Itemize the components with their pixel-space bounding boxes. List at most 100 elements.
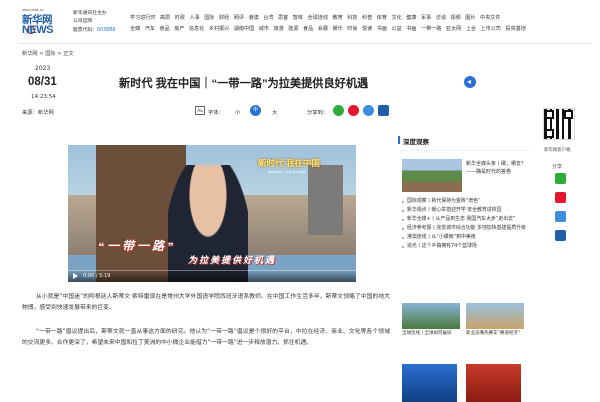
nav-link[interactable]: 财经 [219,13,229,24]
qr-label: 新华网客户端 [544,148,571,153]
nav-link[interactable]: 科技 [347,13,357,24]
nav-link[interactable]: 思客 [278,13,288,24]
thumbnail-caption[interactable]: 新业态嘴热赛车“赛道经济” [466,331,528,338]
feature-image[interactable] [402,159,462,192]
video-caption-subtitle: NEW ERA · I AM IN CHINA [268,170,306,174]
font-size-icon: Aa [195,106,205,115]
nav-link[interactable]: 书画 [377,24,387,35]
wechat-side-icon[interactable] [555,173,566,184]
video-controls: 0:00 / 5:19 [68,270,356,282]
nav-link[interactable]: 港澳 [249,13,259,24]
video-player[interactable]: 新时代 我在中国 NEW ERA · I AM IN CHINA “一带一路” … [68,145,356,282]
nav-link[interactable]: 学习进行时 [130,13,155,24]
header-info-line[interactable]: 公司官网 [73,18,115,26]
video-banner-sub: 为拉美提供好机遇 [188,255,277,265]
thumbnail-caption[interactable]: 全球连线丨全球如何破局 [402,331,464,338]
nav-link[interactable]: 食品 [160,24,170,35]
nav-link[interactable]: 视频 [450,13,460,24]
header-divider [20,43,592,44]
nav-link[interactable]: 湖南中国 [234,24,254,35]
nav-link[interactable]: 访谈 [436,13,446,24]
panel-divider [400,150,530,151]
nav-link[interactable]: 全球连线 [308,13,328,24]
article-tools: Aa 字体： 小 中 大 分享到： [195,105,405,118]
weibo-side-icon[interactable] [555,192,566,203]
article-source: 来源：新华网 [22,110,54,116]
xinhua-logo[interactable]: www.news.cn 新华网 NEWS [22,8,62,38]
nav-link[interactable]: 房产 [174,24,184,35]
nav-link[interactable]: 军事 [421,13,431,24]
video-frame-building [308,165,343,235]
qr-code [543,108,575,140]
wechat-share-icon[interactable] [333,105,344,116]
video-time: 0:00 / 5:19 [83,272,111,279]
headline-item[interactable]: 经济参考报丨完善城市综合功能 多地加快基建提质升级 [402,224,534,233]
nav-link[interactable]: 教育 [332,13,342,24]
nav-link[interactable]: 信息化 [189,24,204,35]
feature-headline[interactable]: 新华全媒头条丨碳，哪去？——确是时代的答卷 [466,160,534,176]
nav-link[interactable]: 图片 [465,13,475,24]
app-side-icon[interactable] [555,230,566,241]
nav-link[interactable]: 书画 [406,24,416,35]
nav-link[interactable]: 高层 [160,13,170,24]
nav-link[interactable]: 上市公司 [481,24,501,35]
headline-item[interactable]: 国际观察丨新代保持为金砖“增色” [402,197,534,206]
promo-image[interactable] [466,364,521,402]
nav-link[interactable]: 公益 [391,24,401,35]
nav-link[interactable]: 城市 [259,24,269,35]
nav-link[interactable]: 时政 [175,13,185,24]
nav-link[interactable]: 悦读 [362,24,372,35]
nav-link[interactable]: 国际 [204,13,214,24]
nav-link[interactable]: 时尚 [347,24,357,35]
nav-link[interactable]: 台湾 [263,13,273,24]
video-progress-bar[interactable] [68,270,356,271]
headline-item[interactable]: 追光丨这个乡镇拥有74个篮球场 [402,242,534,251]
play-icon[interactable] [73,273,78,279]
nav-link[interactable]: 科普 [362,13,372,24]
nav-link[interactable]: 亚太网 [446,24,461,35]
weibo-share-icon[interactable] [348,105,359,116]
nav-link[interactable]: 投资基地 [505,24,525,35]
headline-item[interactable]: 新华全媒+丨从产品到生态 我国汽车大步“走出去” [402,215,534,224]
nav-link[interactable]: 乡村振兴 [209,24,229,35]
promo-image[interactable] [402,364,457,402]
share-label: 分享到： [307,109,329,116]
nav-link[interactable]: 人事 [190,13,200,24]
audio-play-icon[interactable] [464,76,476,88]
nav-link[interactable]: 智库 [293,13,303,24]
nav-link[interactable]: 会展 [318,24,328,35]
nav-link[interactable]: 网评 [234,13,244,24]
publish-time: 14:23:54 [31,94,56,100]
app-share-icon[interactable] [378,105,389,116]
nav-link[interactable]: 健康 [406,13,416,24]
thumbnail-image[interactable] [402,303,460,329]
headline-item[interactable]: 新华视点丨暖心举措迎开学 安全教育进校园 [402,206,534,215]
nav-row-1: 学习进行时 高层 时政 人事 国际 财经 网评 港澳 台湾 思客 智库 全球连线 教育 科技 科普 体育 文化健… [130,13,595,24]
nav-link[interactable]: 旅游 [273,24,283,35]
nav-link[interactable]: 能源 [288,24,298,35]
font-large-button[interactable]: 大 [272,108,277,116]
nav-link[interactable]: 全媒 [130,24,140,35]
nav-link[interactable]: 汽车 [145,24,155,35]
link-share-icon[interactable] [363,105,374,116]
nav-link[interactable]: 娱乐 [332,24,342,35]
nav-link[interactable]: 一带一路 [421,24,441,35]
nav-link[interactable]: 食品 [303,24,313,35]
site-header: www.news.cn 新华网 NEWS 新华通讯社主办 公司官网 股票代码：6… [0,0,600,42]
font-small-button[interactable]: 小 [235,108,240,116]
font-label: 字体： [208,109,224,116]
link-side-icon[interactable] [555,211,566,222]
nav-link[interactable]: 体育 [377,13,387,24]
qr-corner [545,110,554,119]
breadcrumb[interactable]: 新华网 > 国际 > 正文 [22,50,74,57]
thumbnail-image[interactable] [466,303,524,329]
article-title: 新时代 我在中国｜“一带一路”为拉美提供良好机遇 [119,78,369,90]
qr-corner [564,110,573,119]
logo-en: NEWS [22,24,54,36]
font-medium-button[interactable]: 中 [250,105,261,116]
headline-item[interactable]: 港澳连线丨从“小爆雨”到中美南 [402,233,534,242]
publish-date: 08/31 [28,76,57,88]
nav-link[interactable]: 文化 [391,13,401,24]
nav-link[interactable]: 中央文件 [480,13,500,24]
nav-link[interactable]: 上合 [466,24,476,35]
